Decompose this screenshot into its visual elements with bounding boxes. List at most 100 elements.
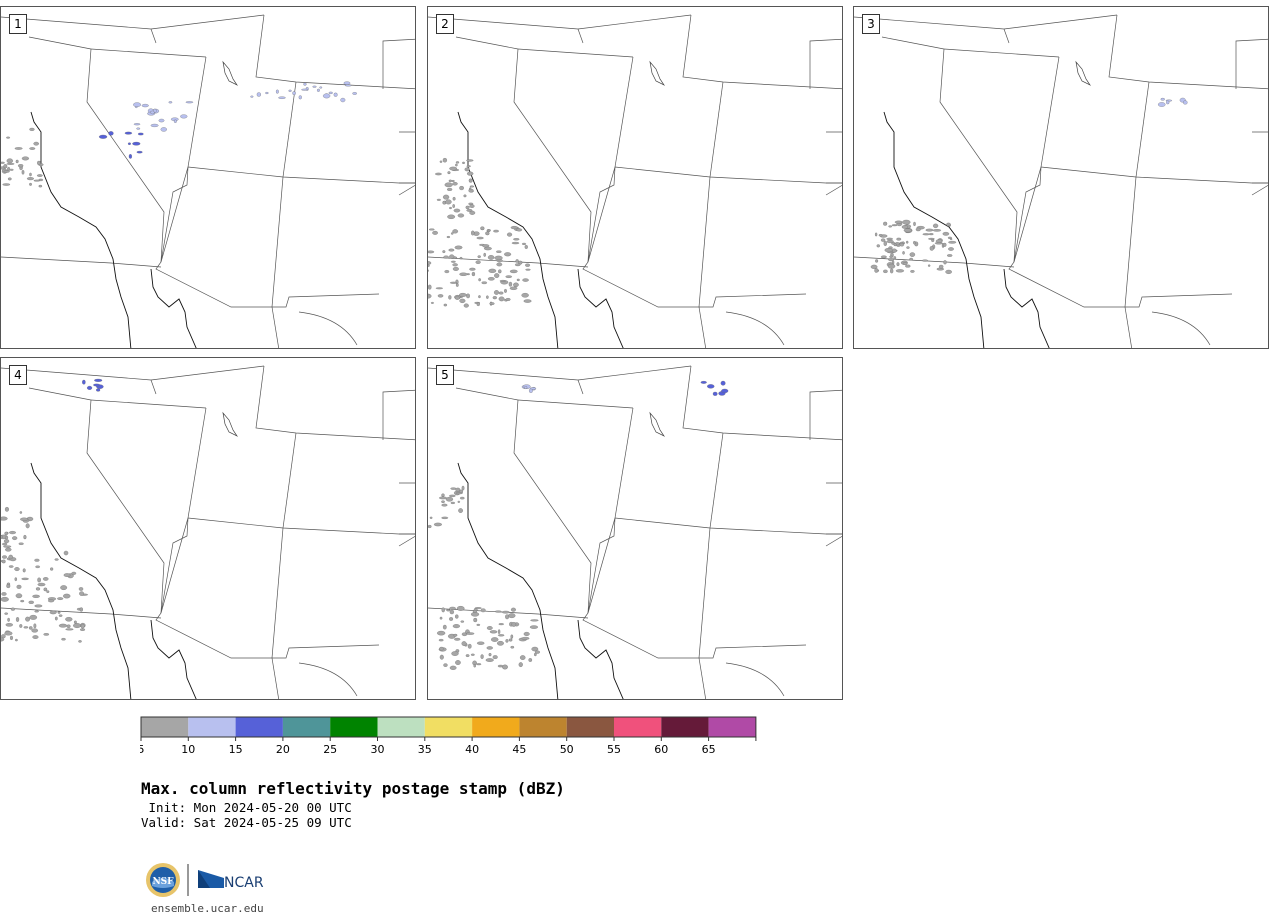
reflectivity-speckle [452,624,460,629]
reflectivity-speckle [521,292,529,298]
reflectivity-speckle [509,269,518,274]
state-boundary [187,56,207,168]
reflectivity-speckle [19,624,23,628]
reflectivity-speckle [65,617,73,622]
reflectivity-speckle [256,92,261,97]
state-boundary [1,256,162,268]
reflectivity-speckle [905,240,909,244]
reflectivity-speckle [528,658,533,662]
reflectivity-speckle [447,214,456,219]
reflectivity-speckle [531,646,539,652]
coastline [577,619,624,699]
panel-label-3: 3 [862,14,880,34]
reflectivity-speckle [880,255,887,259]
reflectivity-speckle [180,114,188,119]
state-boundary [271,527,284,659]
state-boundary [160,517,189,614]
reflectivity-speckle [1,596,9,602]
reflectivity-speckle [896,262,900,267]
postage-stamp-panel-5: 5 [427,357,843,700]
reflectivity-speckle [497,634,505,637]
state-boundary [187,517,415,535]
reflectivity-speckle [443,255,449,259]
reflectivity-speckle [14,147,23,150]
reflectivity-speckle [3,170,10,173]
state-boundary [90,399,207,409]
reflectivity-speckle [132,141,141,146]
state-boundary [155,166,272,308]
reflectivity-speckle [480,654,484,659]
reflectivity-speckle [455,487,461,492]
state-boundary [682,14,842,90]
reflectivity-speckle [9,168,14,171]
reflectivity-speckle [505,639,509,643]
state-boundary [272,293,380,308]
reflectivity-speckle [932,229,942,232]
state-boundary [282,81,297,178]
reflectivity-speckle [451,180,455,182]
state-boundary [1,365,265,381]
colorbar-tick-label: 55 [607,743,621,756]
reflectivity-speckle [447,187,453,191]
reflectivity-colorbar: 5 10 15 20 25 30 35 40 45 50 55 60 65 [140,716,757,756]
state-boundary [809,38,842,89]
reflectivity-speckle [20,517,28,521]
colorbar-tick-label: 15 [229,743,243,756]
reflectivity-speckle [343,81,351,85]
colorbar-bin-2 [235,717,283,737]
reflectivity-speckle [25,523,30,529]
reflectivity-speckle [94,378,103,382]
reflectivity-speckle [2,183,11,186]
reflectivity-speckle [929,246,934,251]
colorbar-bin-11 [661,717,709,737]
reflectivity-speckle [516,278,520,282]
reflectivity-speckle [137,132,144,136]
state-boundary [1,14,265,30]
state-boundary [455,387,519,401]
reflectivity-speckle [459,298,466,303]
reflectivity-speckle [721,388,729,394]
reflectivity-speckle [508,613,516,619]
reflectivity-speckle [443,303,448,307]
reflectivity-speckle [34,604,43,608]
reflectivity-speckle [54,558,59,561]
reflectivity-speckle [15,638,18,642]
state-boundary [428,365,692,381]
init-time: Init: Mon 2024-05-20 00 UTC [141,800,352,815]
reflectivity-speckle [453,208,461,213]
reflectivity-speckle [492,296,497,300]
reflectivity-speckle [428,524,432,529]
reflectivity-speckle [470,612,480,617]
reflectivity-speckle [909,257,913,261]
state-boundary [398,533,415,547]
state-boundary [187,407,207,519]
state-boundary [587,517,616,614]
reflectivity-speckle [524,244,528,249]
reflectivity-speckle [73,623,82,628]
state-boundary [725,662,785,697]
reflectivity-speckle [519,655,526,660]
state-boundary [1040,166,1268,184]
reflectivity-speckle [460,620,465,623]
reflectivity-speckle [480,226,485,231]
reflectivity-speckle [947,236,952,239]
reflectivity-speckle [428,284,432,290]
reflectivity-speckle [4,531,9,536]
reflectivity-speckle [895,269,905,273]
reflectivity-speckle [476,302,480,307]
reflectivity-speckle [928,237,935,240]
reflectivity-speckle [29,614,38,620]
reflectivity-speckle [141,103,149,108]
reflectivity-speckle [7,617,10,622]
reflectivity-speckle [1,559,6,564]
reflectivity-speckle [932,223,939,229]
reflectivity-speckle [37,160,41,166]
reflectivity-speckle [466,159,474,162]
reflectivity-speckle [468,178,473,183]
reflectivity-speckle [902,219,911,225]
website-url: ensemble.ucar.edu [151,902,264,915]
reflectivity-speckle [63,593,71,599]
state-boundary [272,644,380,659]
reflectivity-speckle [463,194,467,198]
reflectivity-speckle [301,88,308,91]
